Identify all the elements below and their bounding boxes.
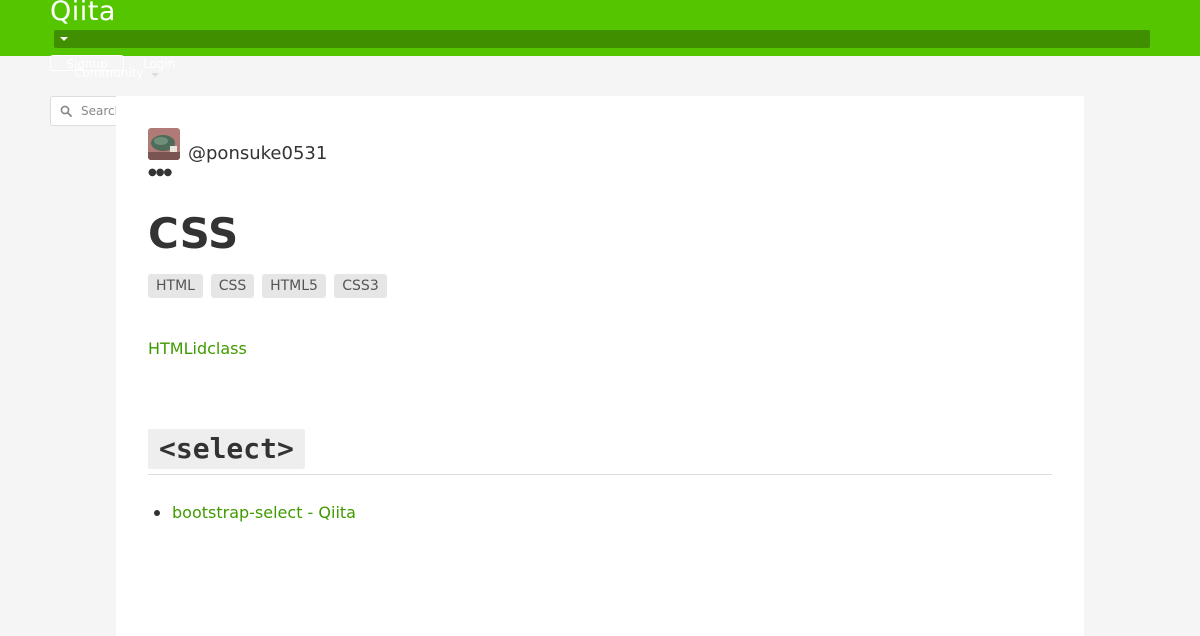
author-name[interactable]: @ponsuke0531 bbox=[188, 142, 327, 166]
article-card bbox=[116, 96, 1084, 636]
chevron-down-icon[interactable] bbox=[151, 73, 159, 77]
top-header: Qiita bbox=[0, 0, 1200, 56]
article-title: CSS bbox=[148, 209, 239, 258]
tag[interactable]: CSS bbox=[211, 274, 254, 298]
section-heading: <select> bbox=[148, 429, 305, 469]
avatar-image bbox=[148, 128, 180, 160]
list-bullet bbox=[154, 510, 160, 516]
intro-link[interactable]: HTMLidclass bbox=[148, 339, 247, 359]
search-icon bbox=[60, 105, 72, 117]
signup-button[interactable]: Signup bbox=[50, 55, 124, 71]
tag[interactable]: HTML5 bbox=[262, 274, 326, 298]
avatar[interactable] bbox=[148, 128, 180, 160]
chevron-down-icon[interactable] bbox=[60, 37, 68, 41]
list-item[interactable]: bootstrap-select - Qiita bbox=[172, 503, 356, 523]
tag[interactable]: CSS3 bbox=[334, 274, 387, 298]
more-options-icon[interactable]: ●●● bbox=[148, 168, 172, 178]
nav-bar[interactable] bbox=[54, 30, 1150, 48]
login-link[interactable]: Login bbox=[143, 57, 175, 71]
tag[interactable]: HTML bbox=[148, 274, 203, 298]
heading-divider bbox=[148, 474, 1052, 475]
qiita-logo[interactable]: Qiita bbox=[50, 0, 116, 29]
